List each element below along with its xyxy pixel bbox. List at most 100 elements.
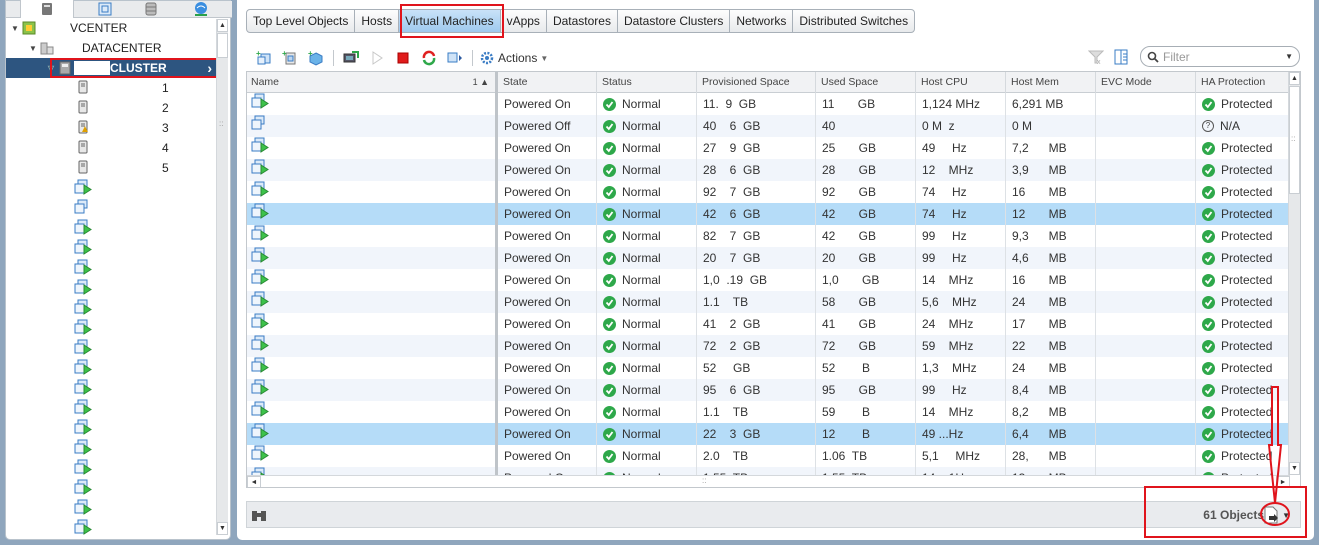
tree-node-cluster[interactable]: ▽ CLUSTER › [6, 58, 218, 78]
new-vapp-button[interactable]: + [303, 48, 329, 68]
scroll-left-button[interactable]: ◄ [247, 476, 261, 487]
expand-icon[interactable]: ▽ [46, 64, 56, 73]
table-row[interactable]: Powered On Normal 1.1 TB 59 B 14 MHz 8,2 MB Pr… [247, 401, 1290, 423]
tree-node-vm[interactable] [6, 518, 218, 538]
column-chooser-icon[interactable] [1114, 49, 1130, 65]
tree-node-host[interactable]: 5 [6, 158, 218, 178]
column-header-ha-protection[interactable]: HA Protection [1196, 72, 1290, 93]
table-row[interactable]: Powered On Normal 92 7 GB 92 GB 74 Hz 16 MB Pr… [247, 181, 1290, 203]
cell-name[interactable] [247, 313, 498, 335]
cell-name[interactable] [247, 357, 498, 379]
scroll-thumb[interactable] [217, 33, 228, 58]
tree-node-host[interactable]: 4 [6, 138, 218, 158]
tree-node-vm[interactable] [6, 258, 218, 278]
scroll-down-button[interactable]: ▼ [1289, 462, 1300, 475]
table-row[interactable]: Powered On Normal 72 2 GB 72 GB 59 MHz 22 MB P… [247, 335, 1290, 357]
open-console-button[interactable] [338, 48, 364, 68]
tree-node-vcenter[interactable]: ▼ VCENTER [6, 18, 218, 38]
scroll-down-button[interactable]: ▼ [217, 522, 228, 535]
table-row[interactable]: Powered On Normal 1.1 TB 58 GB 5,6 MHz 24 MB P… [247, 291, 1290, 313]
column-header-name[interactable]: Name 1 ▲ [247, 72, 498, 93]
tree-node-vm[interactable] [6, 438, 218, 458]
column-header-status[interactable]: Status [597, 72, 697, 93]
filter-input[interactable]: Filter ▼ [1140, 46, 1300, 67]
power-on-button[interactable] [364, 48, 390, 68]
column-header-provisioned-space[interactable]: Provisioned Space [697, 72, 816, 93]
filter-dropdown-icon[interactable]: ▼ [1285, 52, 1293, 61]
actions-menu[interactable]: Actions ▼ [479, 50, 548, 66]
cell-name[interactable] [247, 423, 498, 445]
grid-horizontal-scrollbar[interactable]: ◄ :: ► [247, 475, 1290, 487]
tab-datastore-clusters[interactable]: Datastore Clusters [618, 10, 731, 32]
expand-icon[interactable]: ▼ [10, 24, 20, 33]
tree-node-vm[interactable] [6, 358, 218, 378]
tab-top-level-objects[interactable]: Top Level Objects [247, 10, 356, 32]
table-row[interactable]: Powered On Normal 42 6 GB 42 GB 74 Hz 12 MB Pr… [247, 203, 1290, 225]
cell-name[interactable] [247, 401, 498, 423]
column-header-host-mem[interactable]: Host Mem [1006, 72, 1096, 93]
tab-distributed-switches[interactable]: Distributed Switches [793, 10, 914, 32]
cell-name[interactable] [247, 159, 498, 181]
cell-name[interactable] [247, 137, 498, 159]
tree-node-host[interactable]: 2 [6, 98, 218, 118]
table-row[interactable]: Powered On Normal 1,0 .19 GB 1,0 GB 14 MHz 16… [247, 269, 1290, 291]
cell-name[interactable] [247, 225, 498, 247]
tree-node-vm[interactable] [6, 218, 218, 238]
tree-scrollbar[interactable]: ▲ :: ▼ [216, 19, 228, 535]
tab-hosts[interactable]: Hosts [355, 10, 400, 32]
expand-icon[interactable]: ▼ [28, 44, 38, 53]
table-row[interactable]: Powered On Normal 20 7 GB 20 GB 99 Hz 4,6 MB P… [247, 247, 1290, 269]
cell-name[interactable] [247, 335, 498, 357]
power-off-button[interactable] [390, 48, 416, 68]
tab-hosts-and-clusters[interactable] [20, 0, 74, 18]
cell-name[interactable] [247, 181, 498, 203]
binoculars-icon[interactable] [251, 508, 267, 522]
scroll-up-button[interactable]: ▲ [217, 19, 228, 32]
tree-node-host[interactable]: 1 [6, 78, 218, 98]
table-row[interactable]: Powered On Normal 22 3 GB 12 B 49 ...Hz 6,4 M… [247, 423, 1290, 445]
table-row[interactable]: Powered On Normal 11. 9 GB 11 GB 1,124 MHz 6,… [247, 93, 1290, 115]
tab-virtual-machines[interactable]: Virtual Machines [399, 10, 501, 32]
tree-node-vm[interactable] [6, 298, 218, 318]
chevron-right-icon[interactable]: › [207, 60, 212, 76]
column-header-evc-mode[interactable]: EVC Mode [1096, 72, 1196, 93]
tree-node-vm[interactable] [6, 498, 218, 518]
tree-node-vm[interactable] [6, 178, 218, 198]
tree-node-vm[interactable] [6, 398, 218, 418]
cell-name[interactable] [247, 115, 498, 137]
cell-name[interactable] [247, 445, 498, 467]
table-row[interactable]: Powered On Normal 28 6 GB 28 GB 12 MHz 3,9 MB… [247, 159, 1290, 181]
new-vm-button[interactable]: + [251, 48, 277, 68]
cell-name[interactable] [247, 379, 498, 401]
table-row[interactable]: Powered On Normal 41 2 GB 41 GB 24 MHz 17 MB P… [247, 313, 1290, 335]
column-header-used-space[interactable]: Used Space [816, 72, 916, 93]
tree-node-datacenter[interactable]: ▼ DATACENTER [6, 38, 218, 58]
clear-filter-icon[interactable]: x [1088, 49, 1104, 65]
table-row[interactable]: Powered On Normal 95 6 GB 95 GB 99 Hz 8,4 MB P… [247, 379, 1290, 401]
tree-node-host[interactable]: ▲ 3 [6, 118, 218, 138]
column-header-state[interactable]: State [498, 72, 597, 93]
reset-button[interactable] [416, 48, 442, 68]
cell-name[interactable] [247, 247, 498, 269]
cell-name[interactable] [247, 203, 498, 225]
tree-node-vm[interactable] [6, 478, 218, 498]
tree-node-vm[interactable] [6, 278, 218, 298]
table-row[interactable]: Powered On Normal 52 GB 52 B 1,3 MHz 24 MB Pro… [247, 357, 1290, 379]
grid-vertical-scrollbar[interactable]: ▲ :: ▼ [1288, 72, 1300, 475]
cell-name[interactable] [247, 269, 498, 291]
cell-name[interactable] [247, 93, 498, 115]
scroll-up-button[interactable]: ▲ [1289, 72, 1300, 85]
cell-name[interactable] [247, 291, 498, 313]
tree-node-vm[interactable] [6, 338, 218, 358]
tree-node-vm[interactable] [6, 238, 218, 258]
migrate-button[interactable] [442, 48, 468, 68]
table-row[interactable]: Powered On Normal 27 9 GB 25 GB 49 Hz 7,2 MB P… [247, 137, 1290, 159]
deploy-template-button[interactable]: + [277, 48, 303, 68]
tab-networking[interactable] [174, 0, 228, 18]
table-row[interactable]: Powered On Normal 82 7 GB 42 GB 99 Hz 9,3 MB P… [247, 225, 1290, 247]
table-row[interactable]: Powered On Normal 2.0 TB 1.06 TB 5,1 MHz 28, … [247, 445, 1290, 467]
tab-storage[interactable] [124, 0, 178, 18]
tree-node-vm[interactable] [6, 458, 218, 478]
tree-node-vm[interactable] [6, 318, 218, 338]
tree-node-vm[interactable] [6, 198, 218, 218]
